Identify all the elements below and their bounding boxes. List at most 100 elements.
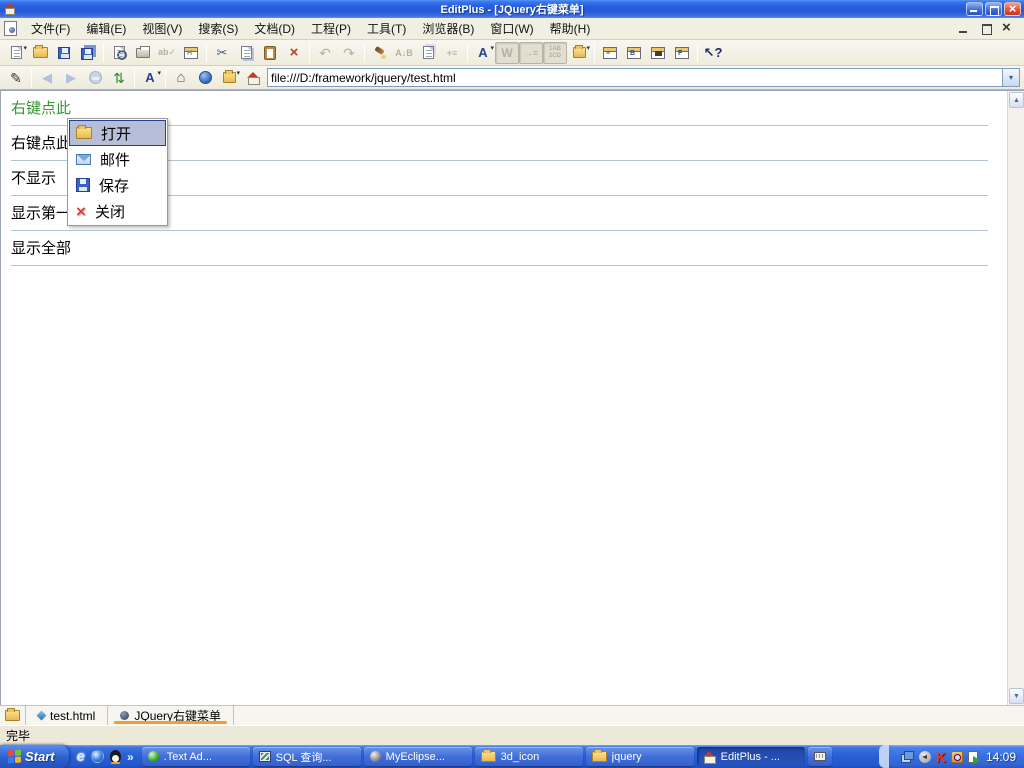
network-icon[interactable] (900, 751, 914, 763)
vertical-scrollbar[interactable]: ▲ ▼ (1007, 91, 1024, 705)
sort-icon[interactable]: A↓B (392, 42, 416, 64)
minimize-button[interactable] (966, 2, 983, 16)
context-menu-item-open[interactable]: 打开 (69, 120, 166, 146)
green-sphere-icon (147, 751, 159, 762)
menu-view[interactable]: 视图(V) (134, 18, 190, 39)
browser-toolbar: ✎ ◀ ▶ ⇅ A▾ ⌂ ▾ ▾ (0, 66, 1024, 90)
input-method-button[interactable] (807, 747, 832, 766)
address-dropdown-icon[interactable]: ▾ (1003, 68, 1020, 87)
toolbar-separator (103, 43, 104, 62)
toolbar-separator (364, 43, 365, 62)
document-window-icon[interactable] (4, 21, 17, 36)
close-button[interactable] (1004, 1, 1021, 16)
taskbtn-3d-icon[interactable]: 3d_icon (474, 747, 583, 766)
menu-tools[interactable]: 工具(T) (359, 18, 414, 39)
restore-button[interactable] (985, 2, 1002, 16)
save-all-icon[interactable] (76, 42, 100, 64)
highlight-icon[interactable] (368, 42, 392, 64)
tab-stop-icon[interactable]: →≡ (519, 41, 543, 64)
window-title: EditPlus - [JQuery右键菜单] (440, 4, 584, 16)
tab-test-html[interactable]: test.html (26, 706, 109, 725)
media-player-icon[interactable] (90, 750, 104, 763)
new-file-icon[interactable]: ▾ (4, 42, 28, 64)
document-play-icon[interactable] (967, 750, 980, 764)
edit-source-icon[interactable]: ✎ (4, 67, 28, 89)
line-number-icon[interactable]: 1AB 2CD (543, 41, 567, 64)
folder-icon (591, 749, 607, 762)
output-window-icon[interactable] (646, 42, 670, 64)
stop-icon[interactable] (83, 67, 107, 89)
menu-document[interactable]: 文档(D) (246, 18, 303, 39)
refresh-icon[interactable]: ⇅ (107, 67, 131, 89)
paste-icon[interactable] (258, 42, 282, 64)
volume-icon[interactable] (918, 750, 931, 763)
print-icon[interactable] (131, 42, 155, 64)
function-list-icon[interactable]: F (670, 42, 694, 64)
sql-window-icon (258, 751, 271, 762)
directory-window-icon[interactable]: B (622, 42, 646, 64)
delete-icon[interactable]: × (282, 42, 306, 64)
menu-window[interactable]: 窗口(W) (482, 18, 541, 39)
open-in-browser-icon[interactable] (241, 67, 265, 89)
keyboard-icon (813, 752, 826, 761)
redo-icon[interactable]: ↷ (337, 42, 361, 64)
menu-help[interactable]: 帮助(H) (542, 18, 599, 39)
taskbtn-myeclipse[interactable]: MyEclipse... (363, 747, 472, 766)
word-wrap-icon[interactable]: W (495, 41, 519, 64)
taskbtn-sql-query[interactable]: SQL 查询... (252, 747, 361, 766)
scroll-up-icon[interactable]: ▲ (1009, 92, 1024, 108)
windows-taskbar: Start e » .Text Ad... SQL 查询... MyEclips… (0, 745, 1024, 768)
tray-clock[interactable]: 14:09 (983, 750, 1016, 764)
search-tool-icon[interactable] (950, 750, 963, 763)
duplicate-icon[interactable] (416, 42, 440, 64)
taskbtn-jquery[interactable]: jquery (585, 747, 694, 766)
browser-open-icon[interactable]: ▾ (567, 42, 591, 64)
context-menu-item-mail[interactable]: 邮件 (69, 146, 166, 172)
mdi-restore-button[interactable] (980, 23, 992, 35)
menu-file[interactable]: 文件(F) (23, 18, 78, 39)
menu-edit[interactable]: 编辑(E) (78, 18, 134, 39)
tab-jquery-context-menu[interactable]: JQuery右键菜单 (108, 706, 235, 725)
context-menu-item-close[interactable]: × 关闭 (69, 198, 166, 224)
menu-project[interactable]: 工程(P) (303, 18, 359, 39)
address-input[interactable] (267, 68, 1003, 87)
mdi-close-button[interactable] (1002, 19, 1014, 36)
tab-folder-icon[interactable] (0, 706, 26, 725)
back-icon[interactable]: ◀ (35, 67, 59, 89)
home-icon[interactable]: ⌂ (169, 67, 193, 89)
menu-browser[interactable]: 浏览器(B) (414, 18, 482, 39)
indent-icon[interactable]: +≡ (440, 42, 464, 64)
taskbtn-editplus[interactable]: EditPlus - ... (696, 747, 805, 766)
context-menu-item-save[interactable]: 保存 (69, 172, 166, 198)
content-line-rightclick-green[interactable]: 右键点此 (11, 99, 988, 119)
menu-search[interactable]: 搜索(S) (190, 18, 246, 39)
search-icon[interactable] (193, 67, 217, 89)
spell-check-icon[interactable]: ab✓ (155, 42, 179, 64)
horizontal-rule (11, 230, 988, 231)
chevron-icon[interactable]: » (127, 750, 134, 764)
cliptext-icon[interactable]: ≡ (598, 42, 622, 64)
text-size-icon[interactable]: A ▾ (138, 67, 162, 89)
print-preview-icon[interactable] (107, 42, 131, 64)
open-file-icon[interactable] (28, 42, 52, 64)
undo-icon[interactable]: ↶ (313, 42, 337, 64)
favorites-folder-icon[interactable]: ▾ (217, 67, 241, 89)
content-line-show-all[interactable]: 显示全部 (11, 239, 988, 259)
forward-icon[interactable]: ▶ (59, 67, 83, 89)
editplus-icon (702, 750, 716, 764)
context-help-icon[interactable]: ↖? (701, 42, 725, 64)
save-icon (76, 178, 90, 192)
qq-penguin-icon[interactable] (109, 750, 121, 764)
font-icon[interactable]: A ▾ (471, 42, 495, 64)
scroll-down-icon[interactable]: ▼ (1009, 688, 1024, 704)
editplus-window: EditPlus - [JQuery右键菜单] 文件(F) 编辑(E) 视图(V… (0, 0, 1024, 768)
copy-icon[interactable] (234, 42, 258, 64)
ie-icon[interactable]: e (77, 749, 85, 764)
kaspersky-icon[interactable]: K (936, 750, 946, 764)
save-icon[interactable] (52, 42, 76, 64)
html-toolbar-icon[interactable]: H (179, 42, 203, 64)
mdi-minimize-button[interactable] (958, 23, 970, 34)
cut-icon[interactable]: ✂ (210, 42, 234, 64)
start-button[interactable]: Start (0, 745, 69, 768)
taskbtn-text-ad[interactable]: .Text Ad... (141, 747, 250, 766)
